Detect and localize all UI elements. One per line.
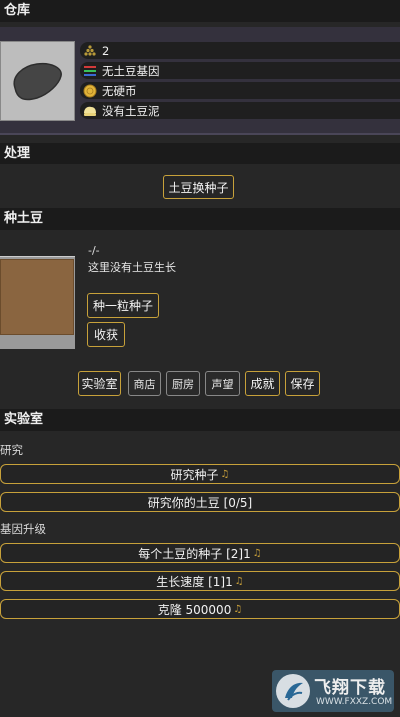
tab-achievements[interactable]: 成就 — [245, 371, 280, 396]
research-potato-label: 研究你的土豆 [0/5] — [147, 495, 253, 510]
lab-header: 实验室 — [0, 409, 400, 431]
watermark: 飞翔下载 WWW.FXXZ.COM — [272, 670, 394, 712]
inventory-mash: 没有土豆泥 — [80, 102, 400, 119]
clone-label: 克隆 500000 — [157, 602, 232, 617]
growth-speed-label: 生长速度 [1]1 — [156, 574, 233, 589]
exchange-seeds-button[interactable]: 土豆换种子 — [163, 175, 234, 199]
plant-seed-button[interactable]: 种一粒种子 — [87, 293, 159, 318]
tab-shop[interactable]: 商店 — [128, 371, 161, 396]
research-label: 研究 — [0, 443, 23, 457]
process-header: 处理 — [0, 143, 400, 164]
inventory-coins: 无硬币 — [80, 82, 400, 99]
warehouse-panel: 2 无土豆基因 无硬币 没有土豆泥 — [0, 27, 400, 135]
inventory-seeds: 2 — [80, 42, 400, 59]
tab-save[interactable]: 保存 — [285, 371, 320, 396]
music-note-icon: ♫ — [234, 575, 244, 587]
plant-header: 种土豆 — [0, 208, 400, 230]
inventory-coins-text: 无硬币 — [102, 83, 137, 98]
watermark-brand: 飞翔下载 — [314, 678, 386, 698]
inventory-seeds-text: 2 — [102, 43, 110, 58]
tab-kitchen[interactable]: 厨房 — [166, 371, 200, 396]
harvest-button[interactable]: 收获 — [87, 322, 125, 347]
music-note-icon: ♫ — [252, 547, 262, 559]
soil — [0, 259, 74, 335]
coin-icon — [83, 84, 97, 98]
research-seeds-button[interactable]: 研究种子 ♫ — [0, 464, 400, 484]
growth-speed-button[interactable]: 生长速度 [1]1 ♫ — [0, 571, 400, 591]
research-seeds-label: 研究种子 — [170, 467, 219, 482]
watermark-logo-icon — [276, 674, 310, 708]
potato-image — [0, 41, 75, 121]
gene-upgrade-label: 基因升级 — [0, 522, 46, 536]
seed-pile-icon — [83, 44, 97, 58]
soil-plot[interactable] — [0, 256, 75, 349]
inventory-mash-text: 没有土豆泥 — [102, 103, 160, 118]
potato-mash-icon — [83, 104, 97, 118]
plot-status-code: -/- — [88, 244, 100, 257]
music-note-icon: ♫ — [233, 603, 243, 615]
seeds-per-potato-label: 每个土豆的种子 [2]1 — [138, 546, 251, 561]
watermark-url: WWW.FXXZ.COM — [316, 697, 393, 707]
research-potato-button[interactable]: 研究你的土豆 [0/5] — [0, 492, 400, 512]
warehouse-header: 仓库 — [0, 0, 400, 22]
inventory-genes-text: 无土豆基因 — [102, 63, 160, 78]
music-note-icon: ♫ — [220, 468, 230, 480]
tab-lab[interactable]: 实验室 — [78, 371, 121, 396]
inventory-genes: 无土豆基因 — [80, 62, 400, 79]
tab-prestige[interactable]: 声望 — [205, 371, 240, 396]
seeds-per-potato-button[interactable]: 每个土豆的种子 [2]1 ♫ — [0, 543, 400, 563]
plot-status-text: 这里没有土豆生长 — [88, 261, 176, 274]
gene-icon — [83, 64, 97, 78]
clone-button[interactable]: 克隆 500000 ♫ — [0, 599, 400, 619]
